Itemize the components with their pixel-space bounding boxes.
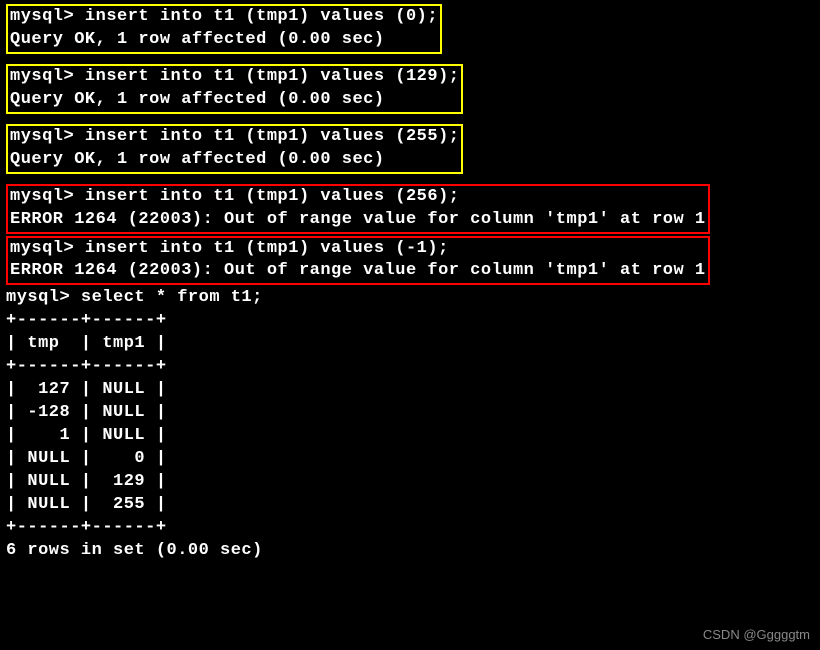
sql-result: Query OK, 1 row affected (0.00 sec) xyxy=(10,149,459,172)
error-block-2: mysql> insert into t1 (tmp1) values (-1)… xyxy=(6,236,710,286)
sql-command: mysql> insert into t1 (tmp1) values (-1)… xyxy=(10,238,706,261)
sql-command: mysql> insert into t1 (tmp1) values (256… xyxy=(10,186,706,209)
table-separator: +------+------+ xyxy=(6,517,814,540)
table-separator: +------+------+ xyxy=(6,310,814,333)
table-row: | NULL | 129 | xyxy=(6,471,814,494)
error-block-1: mysql> insert into t1 (tmp1) values (256… xyxy=(6,184,710,234)
table-row: | NULL | 0 | xyxy=(6,448,814,471)
query-block-3: mysql> insert into t1 (tmp1) values (255… xyxy=(6,124,463,174)
table-header: | tmp | tmp1 | xyxy=(6,333,814,356)
table-footer: 6 rows in set (0.00 sec) xyxy=(6,540,814,563)
sql-result: Query OK, 1 row affected (0.00 sec) xyxy=(10,89,459,112)
query-block-1: mysql> insert into t1 (tmp1) values (0);… xyxy=(6,4,442,54)
sql-error: ERROR 1264 (22003): Out of range value f… xyxy=(10,209,706,232)
watermark: CSDN @Gggggtm xyxy=(703,626,810,644)
table-row: | 1 | NULL | xyxy=(6,425,814,448)
table-separator: +------+------+ xyxy=(6,356,814,379)
sql-command: mysql> insert into t1 (tmp1) values (0); xyxy=(10,6,438,29)
sql-select-command: mysql> select * from t1; xyxy=(6,287,814,310)
query-block-2: mysql> insert into t1 (tmp1) values (129… xyxy=(6,64,463,114)
sql-command: mysql> insert into t1 (tmp1) values (255… xyxy=(10,126,459,149)
sql-command: mysql> insert into t1 (tmp1) values (129… xyxy=(10,66,459,89)
sql-result: Query OK, 1 row affected (0.00 sec) xyxy=(10,29,438,52)
table-row: | -128 | NULL | xyxy=(6,402,814,425)
table-row: | NULL | 255 | xyxy=(6,494,814,517)
sql-error: ERROR 1264 (22003): Out of range value f… xyxy=(10,260,706,283)
select-output: mysql> select * from t1; +------+------+… xyxy=(6,287,814,562)
table-row: | 127 | NULL | xyxy=(6,379,814,402)
